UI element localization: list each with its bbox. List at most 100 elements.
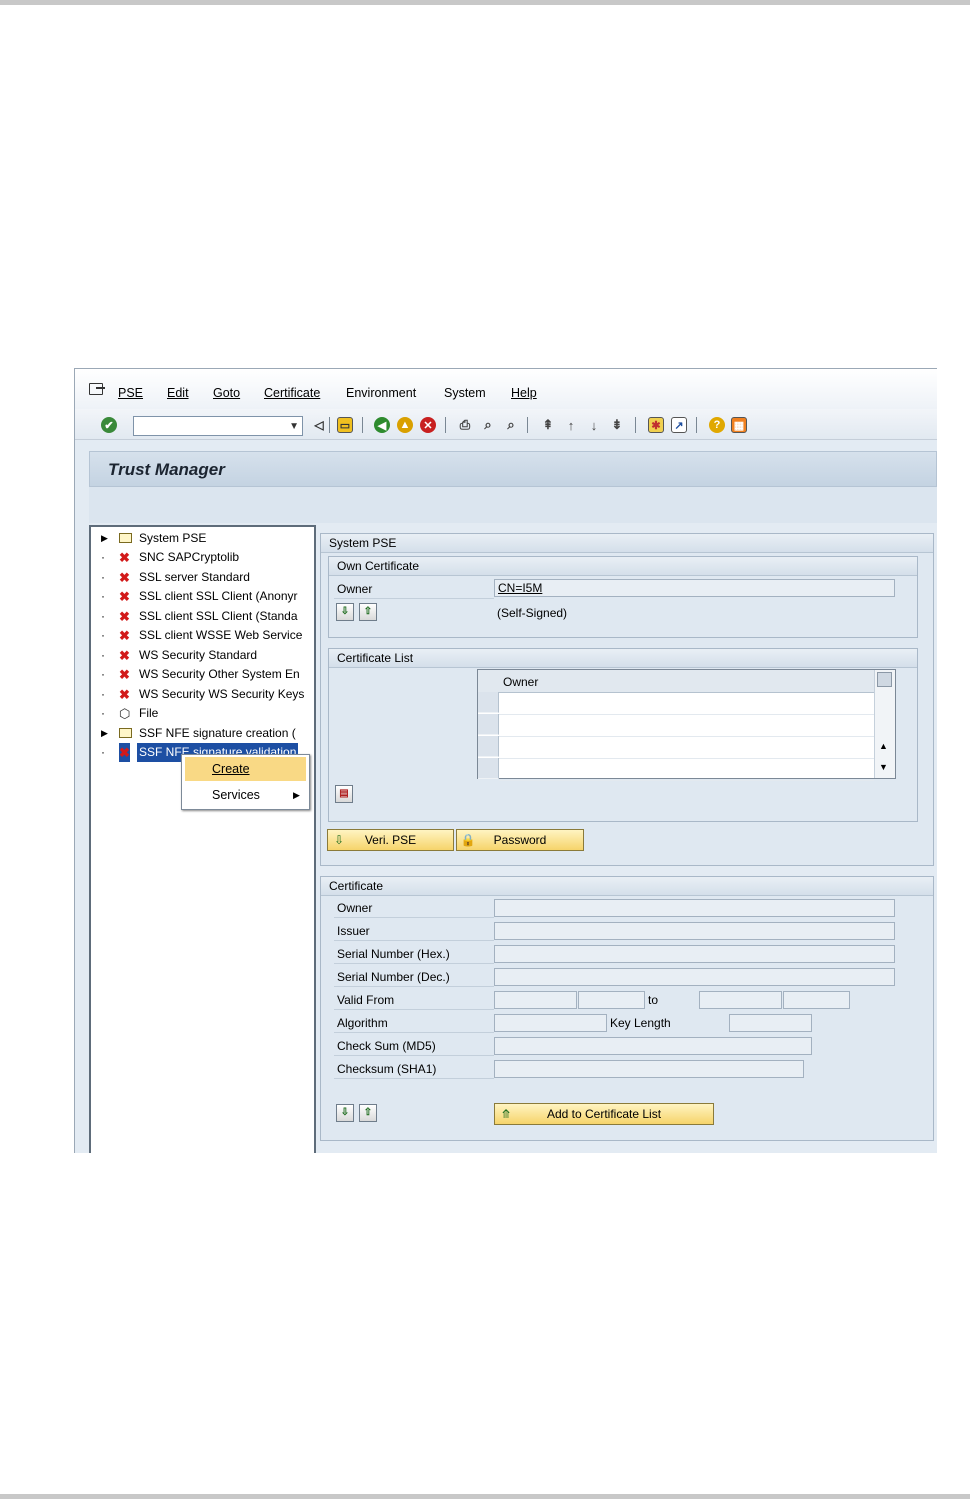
tree-node-ws-security-std[interactable]: · ✖ WS Security Standard [91,646,314,665]
menu-certificate[interactable]: Certificate [264,386,320,400]
add-to-certificate-list-button[interactable]: ⤊ Add to Certificate List [494,1103,714,1125]
row-selector[interactable] [478,736,499,757]
error-x-icon: ✖ [119,628,130,643]
page-bottom-rule [0,1494,970,1499]
tree-node-ssl-client-wsse[interactable]: · ✖ SSL client WSSE Web Service [91,626,314,645]
checksum-md5-label: Check Sum (MD5) [337,1039,436,1053]
cert-import-icon[interactable]: ⇩ [336,1104,354,1122]
tree-node-ssl-client-std[interactable]: · ✖ SSL client SSL Client (Standa [91,607,314,626]
valid-to-time-field[interactable] [783,991,850,1009]
command-field[interactable]: ▼ [133,416,303,436]
error-x-icon: ✖ [119,648,130,663]
serial-dec-field[interactable] [494,968,895,986]
application-toolbar [89,487,937,523]
create-shortcut-icon[interactable]: ↗ [671,417,687,433]
error-x-icon: ✖ [119,570,130,585]
first-page-icon[interactable]: ⇞ [540,417,556,433]
col-owner-header: Owner [503,675,539,689]
checksum-sha1-field[interactable] [494,1060,804,1078]
tree-node-ssl-client-anon[interactable]: · ✖ SSL client SSL Client (Anonyr [91,587,314,606]
error-x-icon: ✖ [119,667,130,682]
import-icon[interactable]: ⇩ [336,603,354,621]
previous-page-icon[interactable]: ↑ [563,417,579,433]
self-signed-text: (Self-Signed) [497,606,568,620]
table-row[interactable] [499,758,874,781]
valid-from-date-field[interactable] [494,991,577,1009]
own-owner-field[interactable]: CN=I5M [494,579,895,597]
row-selector[interactable] [478,758,499,779]
tree-node-snc[interactable]: · ✖ SNC SAPCryptolib [91,548,314,567]
menu-pse[interactable]: PSE [118,386,143,400]
expand-arrow-icon[interactable]: ▶ [101,529,108,548]
veri-pse-button[interactable]: ⇩ Veri. PSE [327,829,454,851]
screen-title-bar: Trust Manager [89,451,937,487]
tree-node-file[interactable]: · ⬡ File [91,704,314,723]
tree-node-ws-security-keys[interactable]: · ✖ WS Security WS Security Keys [91,685,314,704]
table-settings-icon[interactable] [877,672,892,687]
own-certificate-header: Own Certificate [329,557,917,576]
password-button[interactable]: 🔒 Password [456,829,584,851]
table-row[interactable] [499,692,874,715]
menu-environment[interactable]: Environment [346,386,416,400]
menu-help[interactable]: Help [511,386,537,400]
context-menu-services[interactable]: Services ▶ [185,783,306,807]
menu-edit[interactable]: Edit [167,386,189,400]
help-icon[interactable]: ? [709,417,725,433]
table-row[interactable] [499,714,874,737]
algorithm-field[interactable] [494,1014,607,1032]
scroll-up-icon[interactable]: ▲ [879,741,888,751]
last-page-icon[interactable]: ⇟ [609,417,625,433]
scroll-down-icon[interactable]: ▼ [879,762,888,772]
vertical-scrollbar[interactable]: ▲ ▼ [874,670,895,778]
cert-owner-label: Owner [337,901,373,915]
exit-icon[interactable]: ▲ [397,417,413,433]
table-row[interactable] [499,736,874,759]
cert-export-icon[interactable]: ⇧ [359,1104,377,1122]
serial-hex-field[interactable] [494,945,895,963]
key-length-field[interactable] [729,1014,812,1032]
serial-hex-label: Serial Number (Hex.) [337,947,450,961]
valid-to-label: to [648,993,659,1007]
customize-layout-icon[interactable]: ▦ [731,417,747,433]
save-icon[interactable]: ▭ [337,417,353,433]
valid-to-date-field[interactable] [699,991,782,1009]
certificate-list-table: Owner ▲ ▼ [477,669,896,781]
back-triangle-icon[interactable]: ◁ [311,417,327,433]
tree-node-ssf-nfe-creation[interactable]: ▶ SSF NFE signature creation ( [91,724,314,743]
export-icon[interactable]: ⇧ [359,603,377,621]
serial-dec-label: Serial Number (Dec.) [337,970,450,984]
error-x-icon: ✖ [119,687,130,702]
create-session-icon[interactable]: ✱ [648,417,664,433]
find-icon[interactable]: ⌕ [480,417,496,433]
print-icon[interactable]: ⎙ [457,417,473,433]
menu-goto[interactable]: Goto [213,386,240,400]
pse-tree: ▶ System PSE · ✖ SNC SAPCryptolib · ✖ SSL ser… [89,525,316,1153]
cancel-icon[interactable]: ✕ [420,417,436,433]
tree-node-ws-security-other[interactable]: · ✖ WS Security Other System En [91,665,314,684]
remove-certificate-icon[interactable]: ▤ [335,785,353,803]
back-icon[interactable]: ◀ [374,417,390,433]
checksum-md5-field[interactable] [494,1037,812,1055]
cert-owner-field[interactable] [494,899,895,917]
own-owner-label: Owner [337,582,373,596]
sap-window: PSE Edit Goto Certificate Environment Sy… [74,368,937,1153]
context-menu-create[interactable]: Create [185,757,306,781]
expand-arrow-icon[interactable]: ▶ [101,724,108,743]
valid-from-label: Valid From [337,993,395,1007]
chevron-down-icon[interactable]: ▼ [289,421,299,432]
find-next-icon[interactable]: ⌕ [503,417,519,433]
row-selector[interactable] [478,692,499,713]
error-x-icon: ✖ [119,550,130,565]
menu-system[interactable]: System [444,386,486,400]
next-page-icon[interactable]: ↓ [586,417,602,433]
page-title: Trust Manager [108,460,225,479]
certificate-list-header: Certificate List [329,649,917,668]
row-selector[interactable] [478,714,499,735]
menu-toggle-icon[interactable] [89,383,105,395]
enter-check-icon[interactable]: ✔ [101,417,117,433]
valid-from-time-field[interactable] [578,991,645,1009]
certificate-header: Certificate [321,877,933,896]
cert-issuer-field[interactable] [494,922,895,940]
tree-node-ssl-server[interactable]: · ✖ SSL server Standard [91,568,314,587]
tree-node-system-pse[interactable]: ▶ System PSE [91,529,314,548]
